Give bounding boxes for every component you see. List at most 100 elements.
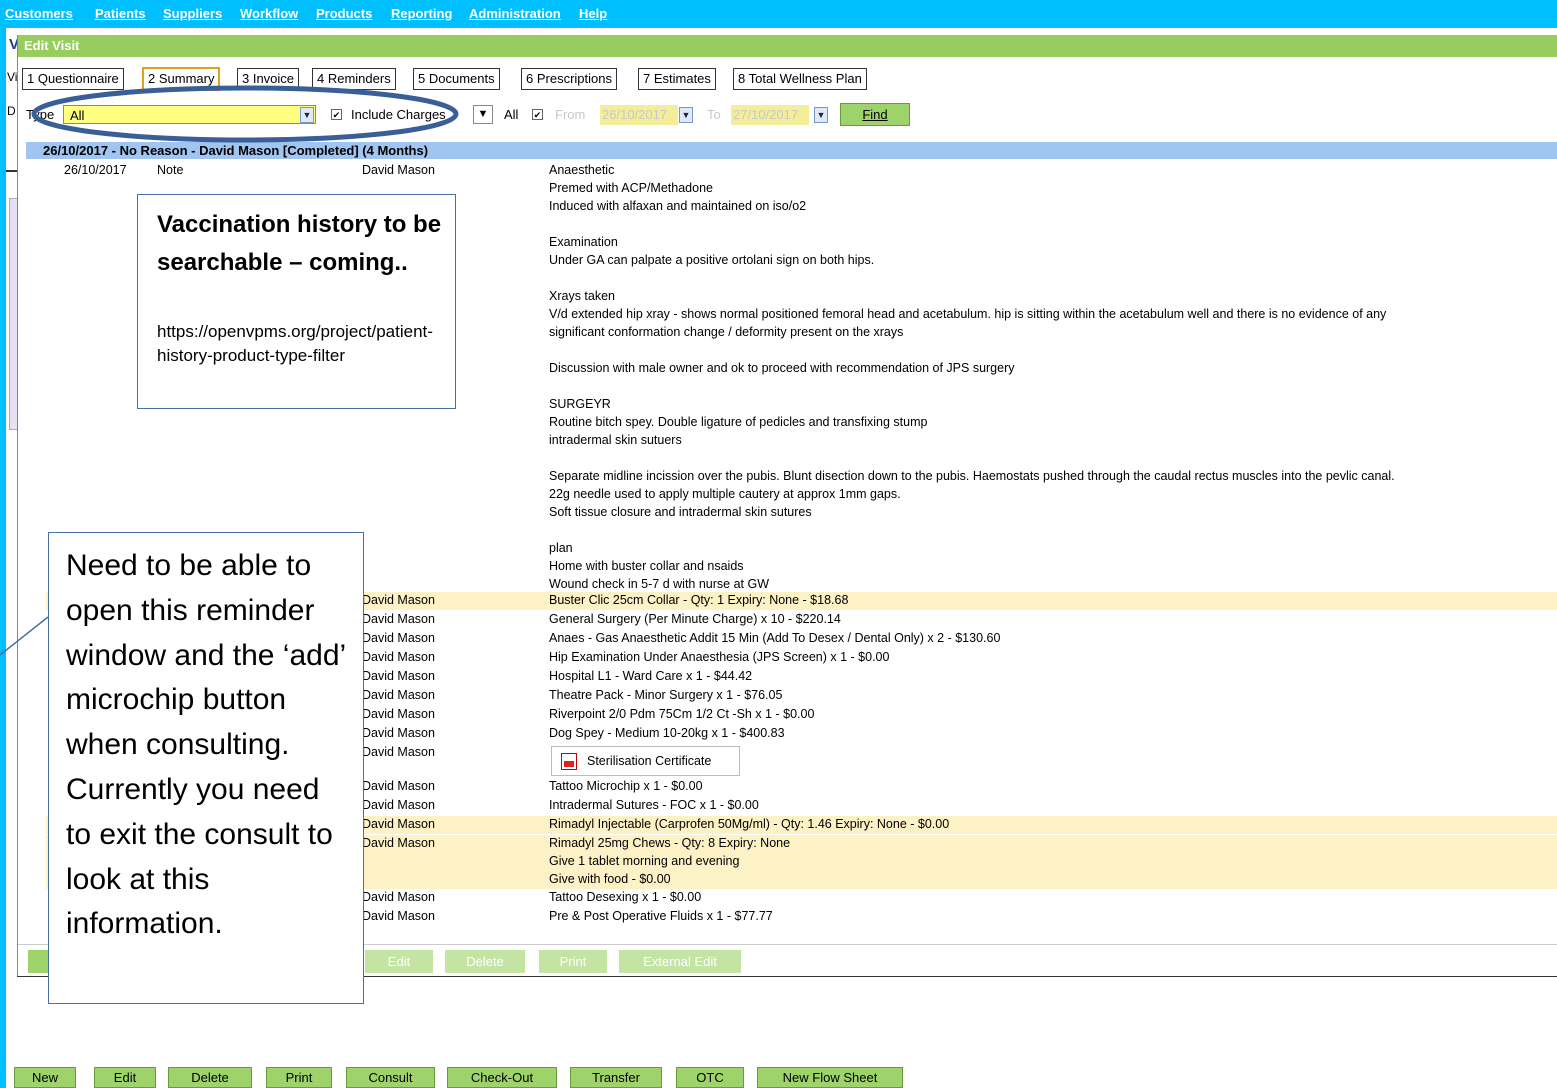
window-delete-button[interactable]: Delete: [445, 950, 525, 973]
item-description[interactable]: Riverpoint 2/0 Pdm 75Cm 1/2 Ct -Sh x 1 -…: [549, 705, 814, 723]
sterilisation-certificate-button[interactable]: Sterilisation Certificate: [551, 746, 740, 776]
charges-dropdown-icon[interactable]: ▼: [473, 105, 493, 124]
tab-summary[interactable]: 2 Summary: [141, 67, 221, 91]
menu-administration[interactable]: Administration: [469, 6, 561, 21]
all-checkbox[interactable]: ✔: [532, 109, 543, 120]
to-date-dropdown-icon[interactable]: ▼: [814, 107, 828, 123]
all-label: All: [504, 107, 519, 122]
tab-prescriptions[interactable]: 6 Prescriptions: [521, 68, 617, 90]
note-clinician: David Mason: [362, 163, 435, 177]
window-edit-button[interactable]: Edit: [365, 950, 433, 973]
item-description[interactable]: Rimadyl Injectable (Carprofen 50Mg/ml) -…: [549, 815, 949, 833]
bg-letter-d: D: [7, 104, 16, 118]
item-description[interactable]: Pre & Post Operative Fluids x 1 - $77.77: [549, 907, 773, 925]
menu-reporting[interactable]: Reporting: [391, 6, 452, 21]
menu-products[interactable]: Products: [316, 6, 372, 21]
vaccination-callout-link[interactable]: https://openvpms.org/project/patient-his…: [157, 320, 442, 368]
item-clinician: David Mason: [362, 669, 435, 683]
tab-estimates[interactable]: 7 Estimates: [638, 68, 716, 90]
note-line: Discussion with male owner and ok to pro…: [549, 361, 1015, 375]
menu-bar: Customers Patients Suppliers Workflow Pr…: [0, 0, 1557, 28]
type-select-value: All: [70, 108, 85, 123]
vaccination-callout: Vaccination history to be searchable – c…: [137, 194, 456, 409]
item-description[interactable]: Hospital L1 - Ward Care x 1 - $44.42: [549, 667, 752, 685]
note-date: 26/10/2017: [64, 163, 127, 177]
note-line: plan: [549, 541, 573, 555]
left-border: [0, 28, 6, 1088]
item-clinician: David Mason: [362, 779, 435, 793]
item-clinician: David Mason: [362, 909, 435, 923]
item-clinician: David Mason: [362, 836, 435, 850]
item-description[interactable]: Tattoo Desexing x 1 - $0.00: [549, 888, 701, 906]
new-button[interactable]: New: [14, 1067, 76, 1088]
item-clinician: David Mason: [362, 593, 435, 607]
note-line: V/d extended hip xray - shows normal pos…: [549, 307, 1387, 321]
item-description[interactable]: Intradermal Sutures - FOC x 1 - $0.00: [549, 796, 759, 814]
window-print-button[interactable]: Print: [539, 950, 607, 973]
include-charges-label: Include Charges: [351, 107, 446, 122]
to-label: To: [707, 107, 721, 122]
reminder-callout-text: Need to be able to open this reminder wi…: [66, 549, 346, 941]
item-clinician: David Mason: [362, 798, 435, 812]
edit-button[interactable]: Edit: [94, 1067, 156, 1088]
item-description[interactable]: Hip Examination Under Anaesthesia (JPS S…: [549, 648, 889, 666]
item-description[interactable]: Rimadyl 25mg Chews - Qty: 8 Expiry: None: [549, 834, 790, 852]
menu-patients[interactable]: Patients: [95, 6, 146, 21]
tab-invoice[interactable]: 3 Invoice: [237, 68, 300, 90]
pdf-icon: [561, 753, 577, 770]
visit-group-header[interactable]: 26/10/2017 - No Reason - David Mason [Co…: [26, 142, 1557, 159]
to-date-field[interactable]: 27/10/2017: [731, 105, 809, 125]
item-clinician: David Mason: [362, 817, 435, 831]
menu-workflow[interactable]: Workflow: [240, 6, 298, 21]
print-button[interactable]: Print: [266, 1067, 332, 1088]
note-line: 22g needle used to apply multiple cauter…: [549, 487, 901, 501]
item-clinician: David Mason: [362, 612, 435, 626]
item-description[interactable]: Dog Spey - Medium 10-20kg x 1 - $400.83: [549, 724, 785, 742]
item-description[interactable]: Tattoo Microchip x 1 - $0.00: [549, 777, 703, 795]
window-external-edit-button[interactable]: External Edit: [619, 950, 741, 973]
item-clinician: David Mason: [362, 726, 435, 740]
from-date-field[interactable]: 26/10/2017: [600, 105, 678, 125]
vaccination-callout-title: Vaccination history to be searchable – c…: [157, 211, 442, 276]
from-date-dropdown-icon[interactable]: ▼: [679, 107, 693, 123]
include-charges-checkbox[interactable]: ✔: [331, 109, 342, 120]
delete-button[interactable]: Delete: [168, 1067, 252, 1088]
item-clinician: David Mason: [362, 631, 435, 645]
type-select[interactable]: All ▼: [63, 105, 316, 124]
item-description[interactable]: Theatre Pack - Minor Surgery x 1 - $76.0…: [549, 686, 782, 704]
note-line: Premed with ACP/Methadone: [549, 181, 713, 195]
item-clinician: David Mason: [362, 650, 435, 664]
item-description[interactable]: Buster Clic 25cm Collar - Qty: 1 Expiry:…: [549, 591, 848, 609]
menu-customers[interactable]: Customers: [5, 6, 73, 21]
transfer-button[interactable]: Transfer: [570, 1067, 662, 1088]
note-line: Anaesthetic: [549, 163, 615, 177]
check-out-button[interactable]: Check-Out: [447, 1067, 557, 1088]
window-title: Edit Visit: [18, 35, 1557, 57]
note-line: Under GA can palpate a positive ortolani…: [549, 253, 875, 267]
tab-total-wellness-plan[interactable]: 8 Total Wellness Plan: [733, 68, 867, 90]
item-clinician: David Mason: [362, 745, 435, 759]
otc-button[interactable]: OTC: [676, 1067, 744, 1088]
find-button[interactable]: Find: [840, 103, 910, 126]
tab-reminders[interactable]: 4 Reminders: [312, 68, 396, 90]
note-type: Note: [157, 163, 184, 177]
item-description[interactable]: Give with food - $0.00: [549, 870, 671, 888]
menu-suppliers[interactable]: Suppliers: [163, 6, 222, 21]
item-description[interactable]: General Surgery (Per Minute Charge) x 10…: [549, 610, 841, 628]
tab-questionnaire[interactable]: 1 Questionnaire: [22, 68, 124, 90]
tab-documents[interactable]: 5 Documents: [413, 68, 500, 90]
item-description[interactable]: Give 1 tablet morning and evening: [549, 852, 739, 870]
note-line: significant conformation change / deform…: [549, 325, 904, 339]
type-label: Type: [26, 107, 55, 122]
note-line: Routine bitch spey. Double ligature of p…: [549, 415, 928, 429]
note-line: Examination: [549, 235, 618, 249]
consult-button[interactable]: Consult: [346, 1067, 435, 1088]
new-flow-sheet-button[interactable]: New Flow Sheet: [757, 1067, 903, 1088]
sterilisation-certificate-label: Sterilisation Certificate: [587, 754, 712, 768]
from-label: From: [555, 107, 586, 122]
reminder-callout: Need to be able to open this reminder wi…: [48, 532, 364, 1004]
menu-help[interactable]: Help: [579, 6, 607, 21]
item-description[interactable]: Anaes - Gas Anaesthetic Addit 15 Min (Ad…: [549, 629, 1000, 647]
chevron-down-icon[interactable]: ▼: [300, 107, 314, 123]
note-line: Home with buster collar and nsaids: [549, 559, 744, 573]
